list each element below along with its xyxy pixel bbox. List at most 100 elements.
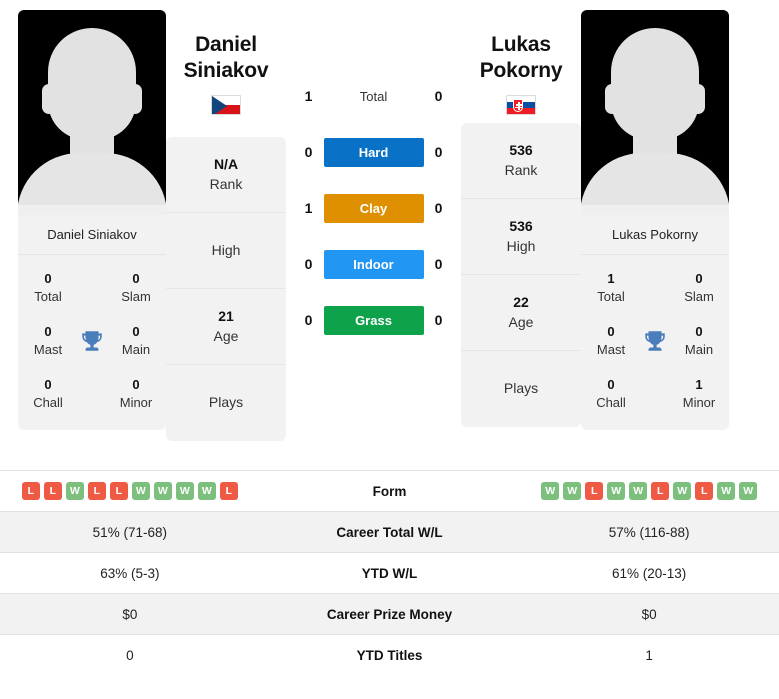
flag-slovakia-icon [506, 95, 536, 116]
form-badge[interactable]: L [87, 482, 106, 500]
titles-main-value-right: 0 [695, 324, 703, 340]
player-first-name-right: Lukas [491, 33, 551, 56]
form-badge[interactable]: W [739, 482, 758, 500]
titles-main-left: 0 Main [107, 323, 165, 358]
player-info-column-right: Lukas Pokorny 536 Rank 536 High 22 Age P… [461, 10, 581, 428]
form-badge[interactable]: W [673, 482, 692, 500]
form-badge[interactable]: W [541, 482, 560, 500]
stat-value-right: 1 [519, 634, 779, 676]
stat-value-left: $0 [0, 593, 260, 635]
form-badge[interactable]: L [695, 482, 714, 500]
age-cell-right: 22 Age [461, 275, 581, 352]
rank-label-left: Rank [209, 175, 243, 192]
stat-value-left: 51% (71-68) [0, 511, 260, 553]
head-to-head-surface-column: 1 Total 0 0 Hard 0 1 Clay 0 0 Indoor 0 0 Grass 0 [286, 10, 461, 348]
titles-chall-right: 0 Chall [582, 376, 640, 411]
form-badge[interactable]: W [717, 482, 736, 500]
titles-minor-left: 0 Minor [107, 376, 165, 411]
form-badge[interactable]: W [607, 482, 626, 500]
titles-total-right: 1 Total [582, 270, 640, 305]
head-to-head-top-section: Daniel Siniakov 0 Total 0 Slam 0 Mast 0 … [0, 0, 779, 470]
high-label-right: High [506, 237, 536, 254]
titles-slam-right: 0 Slam [670, 270, 728, 305]
form-badge[interactable]: L [585, 482, 604, 500]
surface-badge-total: Total [359, 88, 388, 104]
form-badge[interactable]: W [153, 482, 172, 500]
rank-cell-right: 536 Rank [461, 123, 581, 200]
form-badge[interactable]: W [131, 482, 150, 500]
titles-total-value-right: 1 [607, 271, 615, 286]
surface-badge-grass[interactable]: Grass [323, 305, 424, 335]
h2h-right-score-hard: 0 [434, 144, 443, 160]
form-badge[interactable]: L [651, 482, 670, 500]
titles-mast-right: 0 Mast [582, 323, 640, 358]
rank-label-right: Rank [504, 161, 538, 178]
titles-total-left: 0 Total [19, 270, 77, 305]
plays-label-left: Plays [208, 394, 244, 411]
table-row: 51% (71-68) Career Total W/L 57% (116-88) [0, 511, 779, 553]
age-label-left: Age [213, 327, 239, 344]
stat-value-right: 61% (20-13) [519, 552, 779, 594]
titles-minor-right: 1 Minor [670, 376, 728, 411]
trophy-icon [82, 330, 102, 351]
titles-minor-label-right: Minor [682, 394, 716, 410]
titles-mast-value-right: 0 [607, 324, 615, 340]
age-cell-left: 21 Age [166, 289, 286, 366]
h2h-row-grass: 0 Grass 0 [286, 292, 461, 348]
trophy-icon [645, 330, 665, 351]
high-value-right: 536 [509, 218, 533, 235]
surface-badge-clay[interactable]: Clay [323, 193, 424, 223]
titles-slam-label-left: Slam [121, 288, 151, 304]
h2h-left-score-grass: 0 [304, 312, 313, 328]
form-badge[interactable]: W [629, 482, 648, 500]
player-avatar-placeholder-right [581, 10, 729, 215]
surface-badge-indoor[interactable]: Indoor [323, 249, 424, 279]
rank-value-right: 536 [509, 142, 533, 159]
player-first-name-left: Daniel [195, 33, 257, 56]
high-cell-left: High [166, 213, 286, 290]
comparison-stats-table: L L W L L W W W W L Form W W L W W L W L W W 51% (71-68) Caree… [0, 470, 779, 676]
stat-value-right: $0 [519, 593, 779, 635]
player-attributes-card-left: N/A Rank High 21 Age Plays [166, 137, 286, 442]
form-badge[interactable]: L [21, 482, 40, 500]
player-card-right: Lukas Pokorny 1 Total 0 Slam 0 Mast 0 Ma… [581, 10, 729, 431]
flag-czech-republic-icon [211, 95, 241, 116]
form-cell-right: WWLWWLWLWW [519, 470, 779, 512]
rank-value-left: N/A [213, 156, 239, 173]
form-badge[interactable]: W [175, 482, 194, 500]
titles-chall-left: 0 Chall [19, 376, 77, 411]
form-badge[interactable]: L [109, 482, 128, 500]
table-row: L L W L L W W W W L Form W W L W W L W L W W [0, 470, 779, 512]
titles-slam-label-right: Slam [684, 288, 714, 304]
titles-chall-label-left: Chall [33, 394, 63, 410]
titles-mast-label-left: Mast [33, 341, 63, 357]
h2h-right-score-clay: 0 [434, 200, 443, 216]
titles-main-value-left: 0 [132, 324, 140, 340]
titles-slam-value-left: 0 [132, 271, 140, 286]
age-value-right: 22 [513, 294, 529, 311]
plays-cell-right: Plays [461, 351, 581, 427]
titles-mast-label-right: Mast [596, 341, 626, 357]
age-label-right: Age [508, 313, 534, 330]
form-badge[interactable]: W [65, 482, 84, 500]
h2h-left-score-clay: 1 [304, 200, 313, 216]
h2h-row-total: 1 Total 0 [286, 68, 461, 124]
form-badge[interactable]: W [563, 482, 582, 500]
plays-cell-left: Plays [166, 365, 286, 441]
surface-badge-hard[interactable]: Hard [323, 137, 424, 167]
titles-total-value-left: 0 [44, 271, 52, 286]
stat-value-left: 63% (5-3) [0, 552, 260, 594]
table-row: $0 Career Prize Money $0 [0, 593, 779, 635]
rank-cell-left: N/A Rank [166, 137, 286, 214]
h2h-left-score-total: 1 [304, 88, 313, 104]
player-card-left: Daniel Siniakov 0 Total 0 Slam 0 Mast 0 … [18, 10, 166, 431]
player-last-name-right: Pokorny [479, 58, 563, 82]
player-attributes-card-right: 536 Rank 536 High 22 Age Plays [461, 123, 581, 428]
h2h-left-score-indoor: 0 [304, 256, 313, 272]
stat-label: Career Prize Money [259, 593, 520, 635]
titles-chall-value-right: 0 [607, 377, 615, 393]
titles-slam-value-right: 0 [695, 271, 703, 286]
form-badge[interactable]: L [43, 482, 62, 500]
form-badge[interactable]: W [197, 482, 216, 500]
form-badge[interactable]: L [219, 482, 238, 500]
